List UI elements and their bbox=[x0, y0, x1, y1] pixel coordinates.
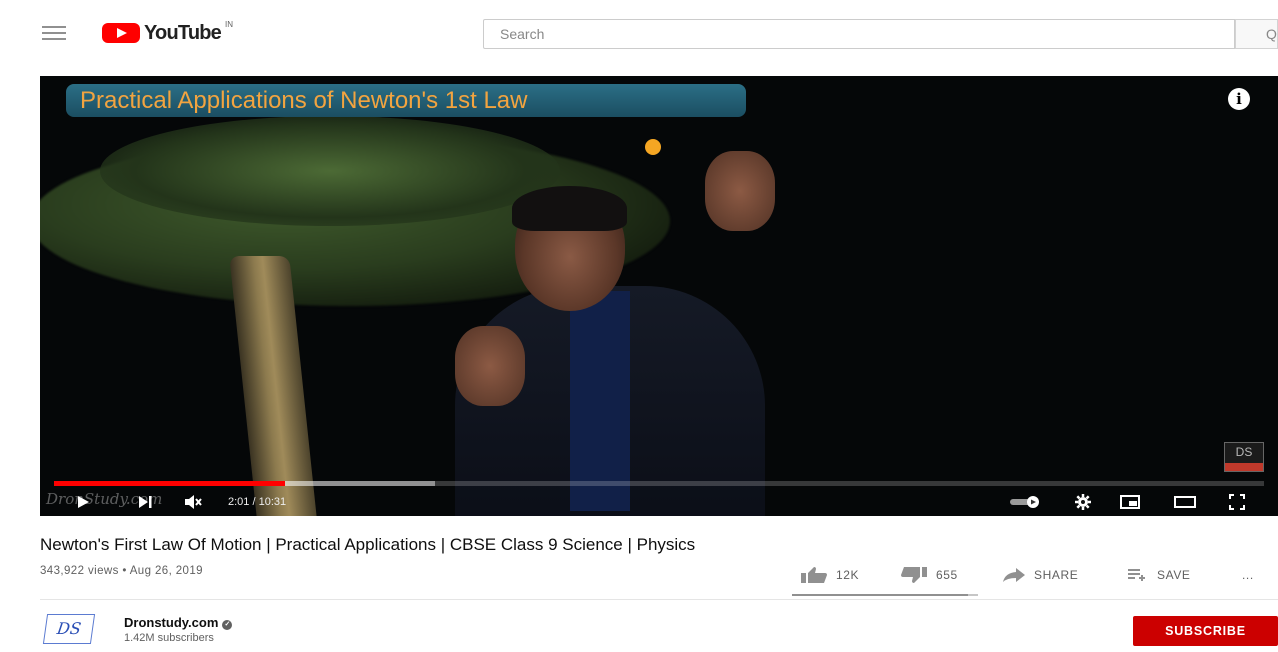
more-actions-button[interactable]: ... bbox=[1242, 563, 1254, 587]
share-button[interactable]: SHARE bbox=[1002, 563, 1078, 587]
presenter-right-hand bbox=[705, 151, 775, 231]
youtube-play-logo-icon bbox=[102, 23, 140, 43]
channel-brand-logo: DS bbox=[1224, 442, 1264, 472]
mute-button[interactable] bbox=[178, 488, 208, 516]
subscribe-button[interactable]: SUBSCRIBE bbox=[1133, 616, 1278, 646]
fullscreen-button[interactable] bbox=[1222, 488, 1252, 516]
channel-avatar[interactable]: DS bbox=[42, 614, 96, 644]
apple bbox=[645, 139, 661, 155]
logo-text: YouTube bbox=[144, 21, 222, 44]
more-icon: ... bbox=[1242, 568, 1254, 582]
thumbs-down-icon bbox=[901, 567, 927, 583]
autoplay-toggle[interactable] bbox=[1006, 488, 1046, 516]
thumbs-up-icon bbox=[801, 567, 827, 583]
channel-name[interactable]: Dronstudy.com ✓ bbox=[124, 615, 233, 630]
video-actions: 12K 655 SHARE SAVE ... bbox=[0, 563, 1278, 587]
player-controls: DronStudy.com 2:01 / 10:31 bbox=[40, 488, 1278, 516]
subscriber-count: 1.42M subscribers bbox=[124, 632, 214, 644]
menu-icon[interactable] bbox=[42, 26, 66, 40]
masthead: YouTube IN Search Q bbox=[0, 0, 1278, 64]
theater-mode-icon bbox=[1174, 496, 1196, 508]
search-button[interactable]: Q bbox=[1235, 19, 1278, 49]
theater-mode-button[interactable] bbox=[1170, 488, 1200, 516]
progress-bar[interactable] bbox=[54, 481, 1264, 486]
volume-muted-icon bbox=[185, 495, 202, 509]
share-label: SHARE bbox=[1034, 568, 1079, 582]
country-code: IN bbox=[224, 20, 233, 29]
like-count: 12K bbox=[836, 568, 860, 582]
sentiment-bar bbox=[792, 594, 978, 596]
gear-icon bbox=[1075, 494, 1091, 510]
channel-name-text: Dronstudy.com bbox=[124, 615, 219, 630]
dislike-count: 655 bbox=[936, 568, 958, 582]
share-icon bbox=[1003, 568, 1025, 582]
save-button[interactable]: SAVE bbox=[1127, 563, 1191, 587]
presenter-left-hand bbox=[455, 326, 525, 406]
brand-logo-text: DS bbox=[1235, 445, 1253, 459]
miniplayer-icon bbox=[1120, 495, 1140, 509]
next-button[interactable] bbox=[130, 488, 160, 516]
miniplayer-button[interactable] bbox=[1115, 488, 1145, 516]
search-input[interactable]: Search bbox=[483, 19, 1235, 49]
fullscreen-icon bbox=[1229, 494, 1245, 510]
dislike-button[interactable]: 655 bbox=[900, 563, 958, 587]
autoplay-toggle-icon bbox=[1010, 496, 1039, 508]
video-title: Newton's First Law Of Motion | Practical… bbox=[40, 535, 696, 554]
divider bbox=[40, 599, 1278, 600]
play-icon bbox=[78, 496, 89, 508]
search-icon: Q bbox=[1266, 26, 1277, 42]
presenter-shirt bbox=[570, 291, 630, 511]
like-button[interactable]: 12K bbox=[800, 563, 859, 587]
video-frame bbox=[40, 76, 1278, 516]
played-bar bbox=[54, 481, 286, 486]
verified-badge-icon: ✓ bbox=[222, 620, 233, 630]
video-player[interactable]: Practical Applications of Newton's 1st L… bbox=[40, 76, 1278, 516]
presenter-hair bbox=[512, 186, 627, 231]
save-label: SAVE bbox=[1157, 568, 1191, 582]
settings-button[interactable] bbox=[1068, 488, 1098, 516]
sentiment-like-bar bbox=[792, 594, 969, 596]
time-display: 2:01 / 10:31 bbox=[228, 496, 287, 508]
play-button[interactable] bbox=[68, 488, 98, 516]
info-icon[interactable]: i bbox=[1228, 88, 1250, 110]
next-icon bbox=[139, 496, 152, 508]
youtube-logo[interactable]: YouTube IN bbox=[102, 20, 233, 44]
brand-logo-stripe bbox=[1225, 463, 1263, 471]
playlist-add-icon bbox=[1128, 569, 1145, 581]
tree-canopy-top bbox=[100, 116, 560, 226]
video-title-banner: Practical Applications of Newton's 1st L… bbox=[66, 84, 746, 117]
